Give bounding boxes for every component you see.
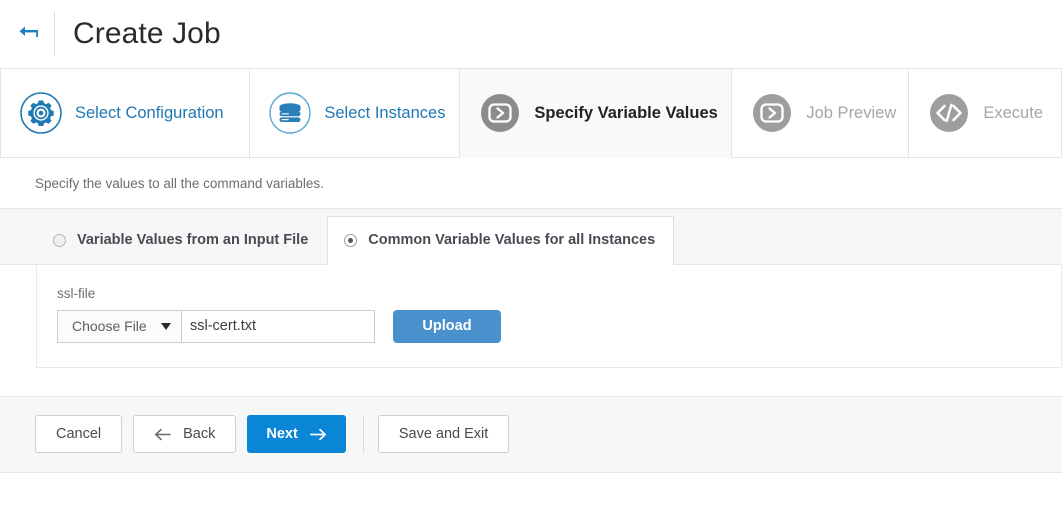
tab-label: Job Preview [806,103,897,122]
upload-button[interactable]: Upload [393,309,501,343]
gear-circle-icon [20,92,62,134]
footer-divider [362,415,364,453]
radio-tab-input-file[interactable]: Variable Values from an Input File [36,216,327,264]
step-description-text: Specify the values to all the command va… [35,175,324,191]
tab-label: Execute [983,103,1043,122]
variable-form-body: ssl-file Choose File ssl-cert.txt Upload [0,265,1062,396]
page-title: Create Job [73,17,221,50]
tab-specify-variable-values[interactable]: Specify Variable Values [460,69,733,158]
save-and-exit-button[interactable]: Save and Exit [377,415,510,453]
radio-icon [344,234,358,247]
radio-tab-label: Variable Values from an Input File [77,231,309,248]
chevron-down-icon [161,322,171,330]
variable-field-card: ssl-file Choose File ssl-cert.txt Upload [36,265,1062,368]
variable-source-tabs: Variable Values from an Input File Commo… [0,209,1062,265]
radio-tab-label: Common Variable Values for all Instances [368,232,656,249]
variable-field-label: ssl-file [57,286,96,301]
tab-execute[interactable]: Execute [909,69,1062,158]
wizard-step-tabs: Select Configuration Select Instances Sp… [0,68,1062,158]
tab-label: Select Instances [324,103,446,122]
cancel-button[interactable]: Cancel [35,415,123,453]
choose-file-button[interactable]: Choose File [57,309,181,343]
next-button[interactable]: Next [247,415,346,453]
choose-file-label: Choose File [72,318,147,334]
radio-tab-common-values[interactable]: Common Variable Values for all Instances [327,216,675,265]
play-box-circle-icon [753,94,792,132]
server-stack-circle-icon [269,92,312,134]
step-description: Specify the values to all the command va… [0,158,1062,208]
header-divider [54,12,55,56]
tab-label: Specify Variable Values [534,103,718,122]
next-button-label: Next [266,426,298,442]
radio-icon [53,233,66,247]
tab-select-configuration[interactable]: Select Configuration [0,69,251,158]
tab-label: Select Configuration [75,103,224,122]
back-arrow-icon[interactable] [14,19,44,49]
variable-values-panel: Variable Values from an Input File Commo… [0,208,1062,397]
play-box-circle-icon [481,94,520,132]
tab-job-preview[interactable]: Job Preview [732,69,910,158]
tab-select-instances[interactable]: Select Instances [250,69,461,158]
file-name-value: ssl-cert.txt [190,318,257,334]
back-button-label: Back [183,426,216,442]
file-upload-row: Choose File ssl-cert.txt Upload [57,309,1041,343]
page-header: Create Job [0,0,1062,68]
arrow-right-icon [309,428,327,441]
wizard-footer: Cancel Back Next Save and Exit [0,396,1062,473]
back-button[interactable]: Back [133,415,237,453]
file-name-input[interactable]: ssl-cert.txt [181,309,375,343]
arrow-left-icon [154,428,171,441]
code-brackets-circle-icon [930,94,969,132]
